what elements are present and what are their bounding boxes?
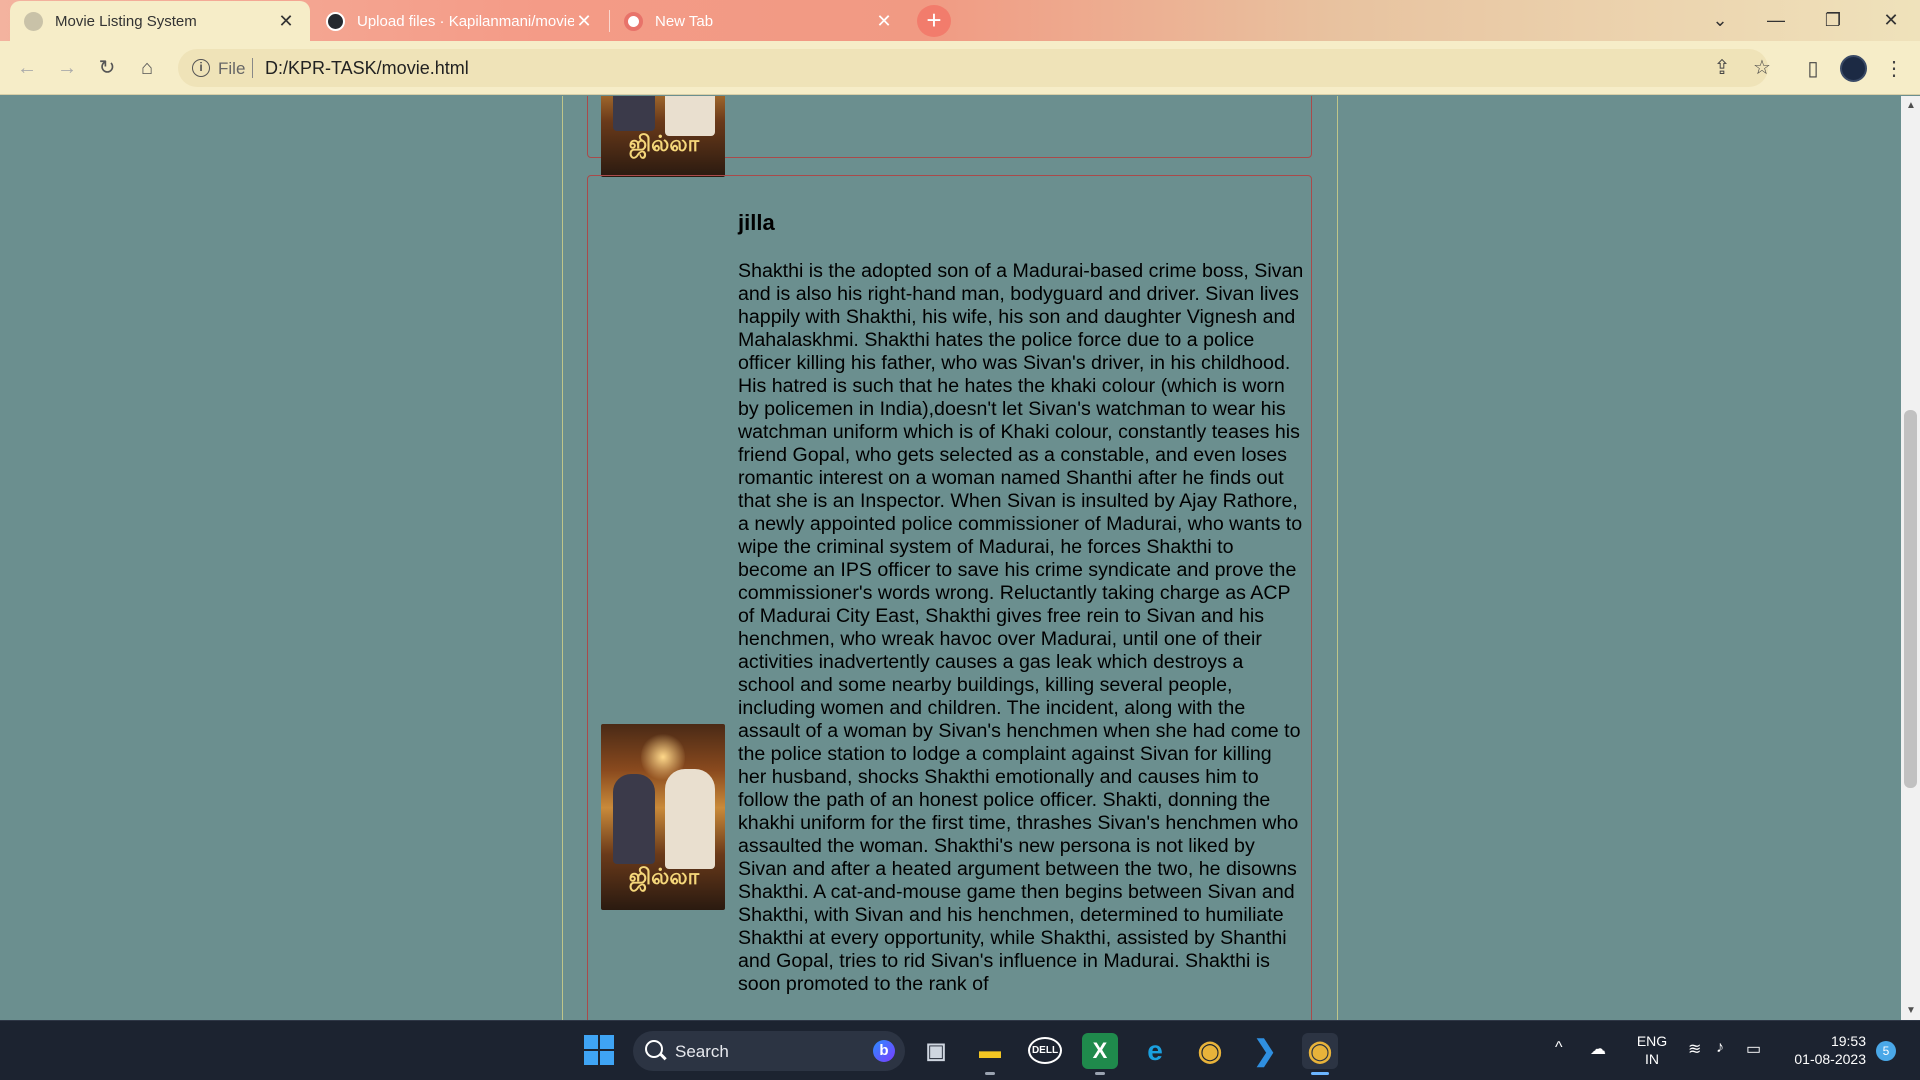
chrome-icon[interactable]: ◉	[1192, 1033, 1228, 1069]
taskbar-search[interactable]: Search b	[633, 1031, 905, 1071]
share-icon[interactable]: ⇪	[1708, 54, 1736, 82]
onedrive-cloud-icon[interactable]: ☁	[1590, 1039, 1606, 1059]
close-icon[interactable]: ✕	[276, 11, 296, 32]
tab-title: Upload files · Kapilanmani/movie	[357, 12, 574, 30]
window-close-button[interactable]: ✕	[1869, 6, 1913, 34]
search-icon	[645, 1040, 663, 1058]
volume-icon[interactable]: ♪	[1716, 1039, 1724, 1057]
minimize-button[interactable]: —	[1754, 6, 1798, 34]
task-view-icon[interactable]: ▣	[918, 1033, 954, 1069]
url-text[interactable]: D:/KPR-TASK/movie.html	[265, 58, 469, 79]
browser-toolbar: ← → ↻ ⌂ i File D:/KPR-TASK/movie.html ⇪ …	[0, 41, 1920, 95]
movie-poster-image: ஜில்லா	[601, 724, 725, 910]
forward-icon[interactable]: →	[52, 53, 82, 83]
edge-icon[interactable]: e	[1137, 1033, 1173, 1069]
github-icon	[326, 11, 345, 31]
tab-title: Movie Listing System	[55, 12, 197, 30]
movie-description: Shakthi is the adopted son of a Madurai-…	[738, 260, 1304, 995]
tab-new-tab[interactable]: New Tab ✕	[610, 1, 908, 41]
show-hidden-icons-chevron-icon[interactable]: ^	[1555, 1039, 1563, 1057]
vscode-icon[interactable]: ❯	[1247, 1033, 1283, 1069]
side-panel-icon[interactable]: ▯	[1799, 55, 1827, 83]
poster-logo: ஜில்லா	[628, 864, 700, 890]
poster-logo: ஜில்லா	[628, 131, 700, 157]
file-explorer-icon[interactable]: ▬	[972, 1033, 1008, 1075]
tab-strip: Movie Listing System ✕ Upload files · Ka…	[0, 0, 1920, 41]
scroll-up-arrow-icon[interactable]: ▲	[1906, 100, 1916, 111]
excel-icon[interactable]: X	[1082, 1033, 1118, 1075]
movie-title: jilla	[738, 210, 775, 235]
profile-avatar[interactable]	[1840, 55, 1867, 82]
info-icon[interactable]: i	[192, 59, 210, 77]
reload-icon[interactable]: ↻	[92, 53, 122, 83]
search-label: Search	[675, 1042, 729, 1061]
restore-button[interactable]: ❐	[1811, 6, 1855, 34]
movie-poster-image: ஜில்லா	[601, 96, 725, 177]
menu-icon[interactable]: ⋮	[1880, 55, 1908, 83]
movie-card-previous: ஜில்லா	[587, 96, 1312, 177]
scroll-down-arrow-icon[interactable]: ▼	[1906, 1005, 1916, 1016]
chrome-icon	[624, 11, 643, 31]
close-icon[interactable]: ✕	[874, 11, 894, 32]
page-viewport: ஜில்லா ஜில்லா jilla Shakthi is the adopt…	[0, 96, 1901, 1020]
address-bar[interactable]: i File D:/KPR-TASK/movie.html ⇪ ☆	[178, 49, 1771, 87]
bookmark-star-icon[interactable]: ☆	[1748, 54, 1776, 82]
language-indicator[interactable]: ENG IN	[1635, 1032, 1669, 1068]
clock-date: 01-08-2023	[1794, 1051, 1866, 1067]
clock-time: 19:53	[1830, 1033, 1866, 1049]
close-icon[interactable]: ✕	[574, 11, 594, 32]
url-scheme: File	[218, 59, 246, 78]
movie-card: ஜில்லா jilla Shakthi is the adopted son …	[587, 175, 1312, 1020]
bing-icon[interactable]: b	[873, 1040, 895, 1062]
wifi-icon[interactable]: ≋	[1688, 1039, 1701, 1059]
globe-icon	[24, 11, 43, 31]
tab-movie-listing[interactable]: Movie Listing System ✕	[10, 1, 310, 41]
tab-title: New Tab	[655, 12, 714, 30]
tab-search-icon[interactable]: ⌄	[1698, 6, 1742, 34]
battery-icon[interactable]: ▭	[1746, 1039, 1761, 1059]
back-icon[interactable]: ←	[12, 53, 42, 83]
clock[interactable]: 19:53 01-08-2023	[1786, 1032, 1866, 1068]
scrollbar-thumb[interactable]	[1904, 410, 1917, 788]
dell-icon[interactable]: DELL	[1027, 1033, 1063, 1069]
windows-taskbar: Search b ▣ ▬ DELL X e ◉ ❯ ◉ ^ ☁ ENG IN ≋…	[0, 1020, 1920, 1080]
movie-list-container: ஜில்லா ஜில்லா jilla Shakthi is the adopt…	[562, 96, 1338, 1020]
notification-badge[interactable]: 5	[1876, 1041, 1896, 1061]
new-tab-button[interactable]: +	[917, 5, 951, 37]
chrome-active-icon[interactable]: ◉	[1302, 1033, 1338, 1075]
vertical-scrollbar[interactable]: ▲ ▼	[1901, 96, 1920, 1020]
url-separator	[252, 58, 253, 78]
tab-upload-files[interactable]: Upload files · Kapilanmani/movie ✕	[312, 1, 608, 41]
home-icon[interactable]: ⌂	[132, 53, 162, 83]
windows-start-icon[interactable]	[584, 1035, 614, 1065]
